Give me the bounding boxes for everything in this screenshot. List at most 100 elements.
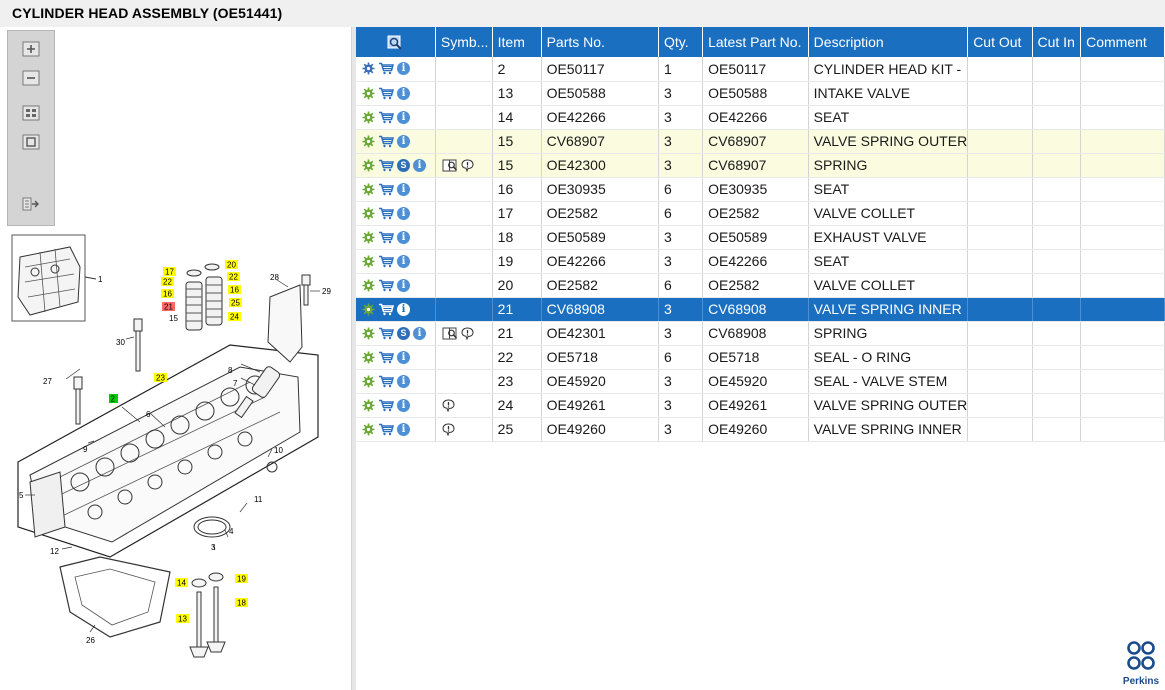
info-icon[interactable]: i <box>397 86 410 100</box>
column-header-actions[interactable] <box>356 27 436 57</box>
table-row[interactable]: i 14 OE42266 3 OE42266 SEAT <box>356 105 1165 130</box>
callout-28[interactable]: 28 <box>270 273 279 282</box>
cart-icon[interactable] <box>378 327 394 340</box>
callout-19[interactable]: 19 <box>237 575 246 584</box>
table-row[interactable]: i 13 OE50588 3 OE50588 INTAKE VALVE <box>356 81 1165 106</box>
cart-icon[interactable] <box>378 183 394 196</box>
callout-18[interactable]: 18 <box>237 599 246 608</box>
column-header-description[interactable]: Description <box>808 27 969 57</box>
gear-icon[interactable] <box>362 111 375 124</box>
gear-icon[interactable] <box>362 327 375 340</box>
table-row[interactable]: i 25 OE49260 3 OE49260 VALVE SPRING INNER <box>356 417 1165 442</box>
engine-thumbnail[interactable]: 1 <box>11 234 103 322</box>
callout-4[interactable]: 4 <box>229 527 234 536</box>
gears-icon[interactable] <box>362 62 375 75</box>
cart-icon[interactable] <box>378 399 394 412</box>
callout-10[interactable]: 10 <box>274 446 283 455</box>
callout-11[interactable]: 11 <box>254 495 263 504</box>
column-header-parts-no[interactable]: Parts No. <box>541 27 660 57</box>
column-header-cut-out[interactable]: Cut Out <box>967 27 1033 57</box>
info-icon[interactable]: i <box>397 230 410 244</box>
callout-22[interactable]: 22 <box>163 278 172 287</box>
gear-icon[interactable] <box>362 375 375 388</box>
cart-icon[interactable] <box>378 111 394 124</box>
gear-icon[interactable] <box>362 255 375 268</box>
info-icon[interactable]: i <box>413 326 426 340</box>
callout-27[interactable]: 27 <box>43 377 52 386</box>
gear-icon[interactable] <box>362 279 375 292</box>
search-parts-icon[interactable] <box>387 35 403 51</box>
valve-springs[interactable] <box>185 263 223 331</box>
callout-23[interactable]: 23 <box>156 374 165 383</box>
callout-20[interactable]: 20 <box>227 261 236 270</box>
cart-icon[interactable] <box>378 231 394 244</box>
table-row[interactable]: i 2 OE50117 1 OE50117 CYLINDER HEAD KIT - <box>356 57 1165 82</box>
supersession-icon[interactable]: S <box>397 158 410 172</box>
callout-25[interactable]: 25 <box>231 299 240 308</box>
book-icon[interactable] <box>442 159 458 172</box>
diagram-pane[interactable]: 1 2 3 4 5 6 7 8 9 10 11 12 13 14 15 16 1… <box>0 27 351 690</box>
table-row[interactable]: i 20 OE2582 6 OE2582 VALVE COLLET <box>356 273 1165 298</box>
callout-2[interactable]: 2 <box>111 395 116 404</box>
book-icon[interactable] <box>442 327 458 340</box>
table-row[interactable]: i 21 CV68908 3 CV68908 VALVE SPRING INNER <box>356 297 1165 322</box>
gear-icon[interactable] <box>362 183 375 196</box>
callout-8[interactable]: 8 <box>228 366 233 375</box>
gear-icon[interactable] <box>362 231 375 244</box>
info-icon[interactable]: i <box>397 62 410 76</box>
gear-icon[interactable] <box>362 351 375 364</box>
table-row[interactable]: i 16 OE30935 6 OE30935 SEAT <box>356 177 1165 202</box>
table-row[interactable]: i 17 OE2582 6 OE2582 VALVE COLLET <box>356 201 1165 226</box>
supersession-icon[interactable]: S <box>397 326 410 340</box>
table-row[interactable]: i 15 CV68907 3 CV68907 VALVE SPRING OUTER <box>356 129 1165 154</box>
cart-icon[interactable] <box>378 255 394 268</box>
gear-icon[interactable] <box>362 87 375 100</box>
cart-icon[interactable] <box>378 62 394 75</box>
cart-icon[interactable] <box>378 375 394 388</box>
gear-icon[interactable] <box>362 399 375 412</box>
callout-6[interactable]: 6 <box>146 410 151 419</box>
info-icon[interactable]: i <box>397 134 410 148</box>
gear-icon[interactable] <box>362 159 375 172</box>
cart-icon[interactable] <box>378 135 394 148</box>
column-header-cut-in[interactable]: Cut In <box>1032 27 1082 57</box>
callout-7[interactable]: 7 <box>233 379 238 388</box>
info-icon[interactable]: i <box>397 374 410 388</box>
column-header-item[interactable]: Item <box>492 27 542 57</box>
table-row[interactable]: Si 21 OE42301 3 CV68908 SPRING <box>356 321 1165 346</box>
info-icon[interactable]: i <box>397 278 410 292</box>
callout-26[interactable]: 26 <box>86 636 95 645</box>
column-header-latest-part-no[interactable]: Latest Part No. <box>702 27 809 57</box>
table-row[interactable]: i 22 OE5718 6 OE5718 SEAL - O RING <box>356 345 1165 370</box>
callout-12[interactable]: 12 <box>50 547 59 556</box>
note-icon[interactable] <box>461 326 474 340</box>
column-header-symbols[interactable]: Symb... <box>435 27 493 57</box>
column-header-qty[interactable]: Qty. <box>658 27 704 57</box>
callout-1[interactable]: 1 <box>98 275 103 284</box>
info-icon[interactable]: i <box>397 302 410 316</box>
cart-icon[interactable] <box>378 303 394 316</box>
callout-13[interactable]: 13 <box>178 615 187 624</box>
callout-3[interactable]: 3 <box>211 543 216 552</box>
note-icon[interactable] <box>442 422 455 436</box>
cart-icon[interactable] <box>378 423 394 436</box>
info-icon[interactable]: i <box>397 350 410 364</box>
callout-22b[interactable]: 22 <box>229 273 238 282</box>
callout-14[interactable]: 14 <box>177 579 186 588</box>
valves[interactable] <box>189 572 226 658</box>
gear-icon[interactable] <box>362 135 375 148</box>
cart-icon[interactable] <box>378 159 394 172</box>
exploded-parts-diagram[interactable]: 1 2 3 4 5 6 7 8 9 10 11 12 13 14 15 16 1… <box>0 227 350 687</box>
table-row[interactable]: i 24 OE49261 3 OE49261 VALVE SPRING OUTER <box>356 393 1165 418</box>
note-icon[interactable] <box>442 398 455 412</box>
zoom-out-icon[interactable] <box>21 69 41 87</box>
info-icon[interactable]: i <box>397 110 410 124</box>
fit-all-icon[interactable] <box>21 104 41 122</box>
cart-icon[interactable] <box>378 207 394 220</box>
info-icon[interactable]: i <box>397 398 410 412</box>
callout-24[interactable]: 24 <box>230 313 239 322</box>
gear-icon[interactable] <box>362 303 375 316</box>
gear-icon[interactable] <box>362 207 375 220</box>
note-icon[interactable] <box>461 158 474 172</box>
callout-16b[interactable]: 16 <box>230 286 239 295</box>
